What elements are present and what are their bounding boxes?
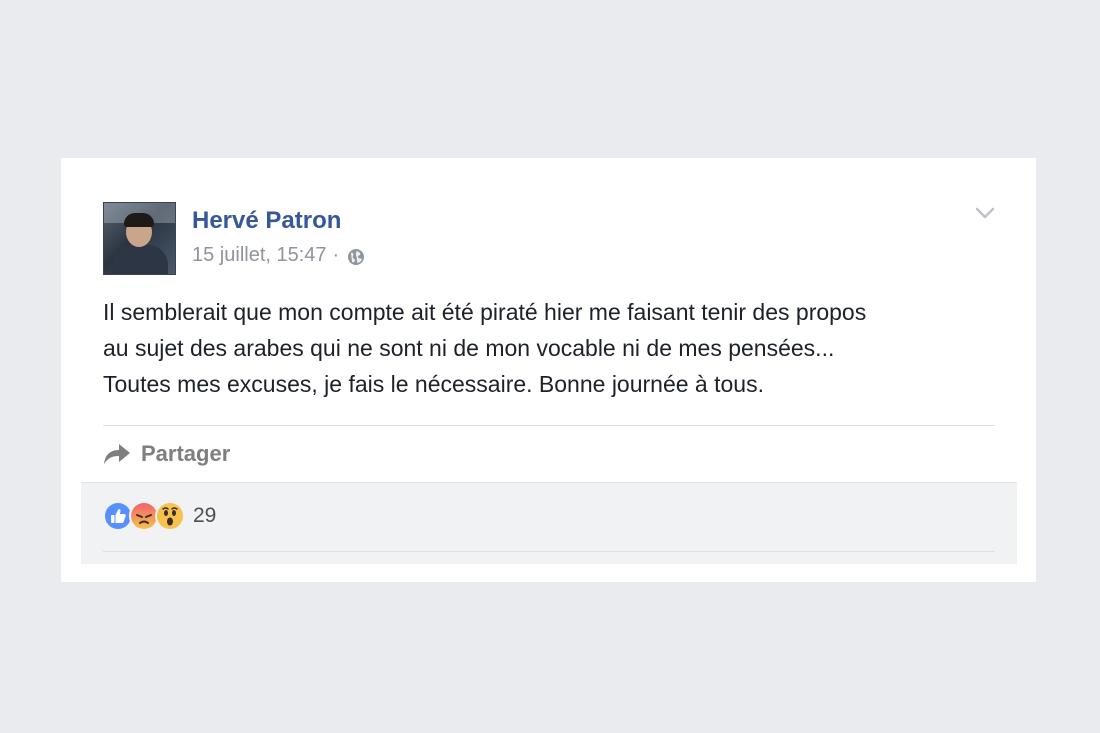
post-text: Il semblerait que mon compte ait été pir… xyxy=(103,294,993,402)
post-text-line: Il semblerait que mon compte ait été pir… xyxy=(103,299,867,325)
post-text-line: Toutes mes excuses, je fais le nécessair… xyxy=(103,371,764,397)
globe-icon[interactable] xyxy=(347,248,365,266)
post-card: Hervé Patron 15 juillet, 15:47 · Il semb… xyxy=(81,180,1017,483)
reaction-count: 29 xyxy=(193,504,217,527)
post-timestamp[interactable]: 15 juillet, 15:47 xyxy=(192,244,327,267)
meta-separator: · xyxy=(332,244,340,266)
actions-divider xyxy=(103,425,995,426)
share-arrow-icon xyxy=(104,444,130,464)
reactions-divider xyxy=(103,551,995,552)
wow-reaction-icon xyxy=(155,501,185,531)
post-frame: Hervé Patron 15 juillet, 15:47 · Il semb… xyxy=(61,158,1036,582)
card-bottom-border xyxy=(81,482,1017,483)
avatar[interactable] xyxy=(103,202,176,275)
avatar-body xyxy=(112,245,168,274)
reactions-summary[interactable]: 29 xyxy=(103,501,216,531)
post-meta: 15 juillet, 15:47 · xyxy=(192,244,365,267)
author-name[interactable]: Hervé Patron xyxy=(192,207,341,235)
post-text-line: au sujet des arabes qui ne sont ni de mo… xyxy=(103,335,835,361)
post-container: Hervé Patron 15 juillet, 15:47 · Il semb… xyxy=(81,180,1017,564)
share-label: Partager xyxy=(141,441,231,466)
chevron-down-icon[interactable] xyxy=(975,206,995,220)
avatar-hair xyxy=(124,213,154,227)
share-button[interactable]: Partager xyxy=(103,439,230,469)
